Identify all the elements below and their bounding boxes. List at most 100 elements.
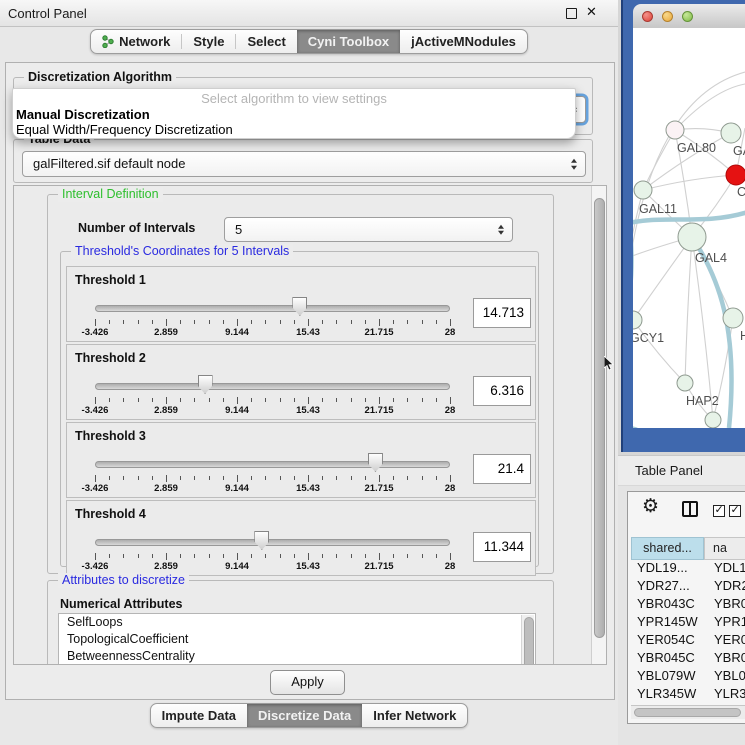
tab-style[interactable]: Style: [182, 30, 235, 53]
network-canvas[interactable]: GAL80GACGAL11GAL4GCY1HHAP2: [633, 28, 745, 428]
network-node-gal80[interactable]: [666, 121, 684, 139]
slider-tick: [450, 397, 451, 404]
threshold-slider-thumb[interactable]: [198, 375, 213, 394]
network-edge[interactable]: [643, 130, 675, 190]
tab-jactivemnodules[interactable]: jActiveMNodules: [400, 30, 527, 53]
slider-tick: [308, 475, 309, 482]
network-node-h[interactable]: [723, 308, 743, 328]
slider-tick-label: 15.43: [286, 561, 330, 572]
network-edge[interactable]: [685, 237, 692, 383]
attribute-list-scrollbar[interactable]: [521, 615, 534, 665]
close-traffic-light-icon[interactable]: [642, 11, 653, 22]
cell-name: YBR0: [704, 596, 745, 614]
table-row[interactable]: YLR345WYLR3: [631, 686, 745, 704]
network-node-c[interactable]: [726, 165, 745, 185]
attribute-items: SelfLoopsTopologicalCoefficientBetweenne…: [59, 614, 535, 665]
cell-name: YPR1: [704, 614, 745, 632]
network-edge[interactable]: [633, 320, 685, 383]
threshold-slider-thumb[interactable]: [254, 531, 269, 550]
slider-tick-label: 9.144: [215, 405, 259, 416]
app-root: { "titlebar": { "title": "Control Panel"…: [0, 0, 745, 745]
cyni-toolbox-content: Discretization Algorithm Select algorith…: [5, 62, 615, 700]
select-columns-checkbox-icon[interactable]: [713, 505, 725, 517]
threshold-slider-track[interactable]: [95, 461, 450, 468]
select-rows-checkbox-icon[interactable]: [729, 505, 741, 517]
attribute-item-topologicalcoefficient[interactable]: TopologicalCoefficient: [59, 631, 535, 648]
network-edge[interactable]: [633, 237, 692, 320]
settings-vertical-scrollbar[interactable]: [591, 186, 606, 664]
column-header-name[interactable]: na: [704, 537, 745, 560]
column-header-shared[interactable]: shared...: [631, 537, 704, 560]
algorithm-option-equal-width-frequency-discretization[interactable]: Equal Width/Frequency Discretization: [13, 122, 575, 137]
scrollbar-thumb[interactable]: [634, 708, 741, 717]
network-node-gal4[interactable]: [678, 223, 706, 251]
threshold-slider-track[interactable]: [95, 305, 450, 312]
slider-tick: [95, 553, 96, 560]
tab-network[interactable]: Network: [91, 30, 181, 53]
algorithm-option-manual-discretization[interactable]: Manual Discretization: [13, 107, 575, 122]
tab-impute-data[interactable]: Impute Data: [151, 704, 247, 727]
minimize-traffic-light-icon[interactable]: [662, 11, 673, 22]
attribute-item-betweennesscentrality[interactable]: BetweennessCentrality: [59, 648, 535, 665]
number-of-intervals-combobox[interactable]: 5: [224, 217, 513, 242]
scrollbar-thumb[interactable]: [594, 198, 605, 638]
table-horizontal-scrollbar[interactable]: [631, 705, 745, 719]
threshold-value-field[interactable]: 6.316: [473, 376, 531, 406]
table-row[interactable]: YBR043CYBR0: [631, 596, 745, 614]
float-window-icon[interactable]: [566, 8, 577, 19]
slider-tick: [166, 319, 167, 326]
network-window-titlebar[interactable]: [633, 4, 745, 29]
table-row[interactable]: YBR045CYBR0: [631, 650, 745, 668]
slider-tick: [265, 554, 266, 558]
tab-label: Style: [193, 34, 224, 49]
close-icon[interactable]: [586, 4, 600, 20]
slider-tick-label: -3.426: [73, 483, 117, 494]
table-row[interactable]: YBL079WYBL0: [631, 668, 745, 686]
control-panel-titlebar: Control Panel: [0, 0, 618, 27]
table-row[interactable]: YER054CYER0: [631, 632, 745, 650]
network-node[interactable]: [705, 412, 721, 428]
zoom-traffic-light-icon[interactable]: [682, 11, 693, 22]
slider-tick: [322, 398, 323, 402]
threshold-slider-thumb[interactable]: [292, 297, 307, 316]
algorithm-popup: Select algorithm to view settings Manual…: [12, 88, 576, 139]
network-node-ga[interactable]: [721, 123, 741, 143]
slider-tick: [194, 320, 195, 324]
network-node-gal11[interactable]: [634, 181, 652, 199]
network-edge[interactable]: [643, 175, 736, 190]
settings-gear-icon[interactable]: [642, 495, 659, 518]
threshold-slider-thumb[interactable]: [368, 453, 383, 472]
network-node-label: H: [740, 329, 745, 343]
table-data-combobox[interactable]: galFiltered.sif default node: [22, 151, 586, 177]
scrollbar-thumb[interactable]: [524, 617, 534, 665]
network-node-label: GCY1: [633, 331, 664, 345]
threshold-slider-track[interactable]: [95, 383, 450, 390]
slider-tick: [365, 320, 366, 324]
slider-tick: [336, 398, 337, 402]
threshold-slider-track[interactable]: [95, 539, 450, 546]
threshold-value-field[interactable]: 11.344: [473, 532, 531, 562]
attribute-item-selfloops[interactable]: SelfLoops: [59, 614, 535, 631]
table-row[interactable]: YPR145WYPR1: [631, 614, 745, 632]
network-node-hap2[interactable]: [677, 375, 693, 391]
slider-tick-label: 2.859: [144, 405, 188, 416]
tab-discretize-data[interactable]: Discretize Data: [247, 704, 362, 727]
slider-tick: [322, 554, 323, 558]
slider-tick: [436, 320, 437, 324]
table-row[interactable]: YDR27...YDR2: [631, 578, 745, 596]
table-row[interactable]: YDL19...YDL1: [631, 560, 745, 578]
network-node-gcy1[interactable]: [633, 311, 642, 329]
tab-infer-network[interactable]: Infer Network: [362, 704, 467, 727]
threshold-value-field[interactable]: 14.713: [473, 298, 531, 328]
slider-tick: [365, 476, 366, 480]
slider-tick: [280, 476, 281, 480]
tab-cyni-toolbox[interactable]: Cyni Toolbox: [297, 30, 400, 53]
apply-button[interactable]: Apply: [270, 670, 345, 695]
tab-select[interactable]: Select: [236, 30, 296, 53]
threshold-value-field[interactable]: 21.4: [473, 454, 531, 484]
slider-tick: [152, 320, 153, 324]
split-view-icon[interactable]: [682, 501, 698, 517]
slider-tick: [123, 398, 124, 402]
network-edge[interactable]: [675, 84, 745, 130]
slider-tick: [436, 398, 437, 402]
